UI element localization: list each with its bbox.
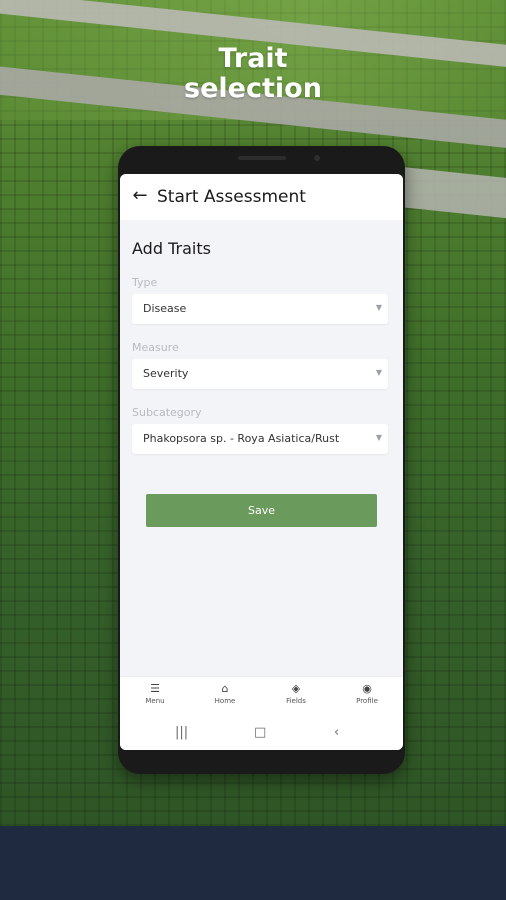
dropdown-caret-icon: ▼	[375, 433, 382, 442]
nav-item-profile[interactable]: ◉ Profile	[342, 682, 392, 706]
page-title: Start Assessment	[157, 187, 306, 207]
nav-item-menu[interactable]: ☰ Menu	[130, 682, 180, 706]
app-screen: ← Start Assessment Add Traits Type Disea…	[120, 174, 403, 750]
headline-line-2: selection	[184, 73, 322, 104]
dropdown-caret-icon: ▼	[375, 368, 382, 377]
promo-headline: Trait selection	[0, 44, 506, 104]
subcategory-label: Subcategory	[132, 406, 202, 419]
system-navigation-bar: ||| □ ‹	[120, 716, 403, 750]
profile-icon: ◉	[362, 682, 372, 695]
phone-camera	[314, 155, 320, 161]
system-back-icon[interactable]: ‹	[334, 725, 339, 741]
measure-select-value: Severity	[143, 367, 189, 380]
nav-label-fields: Fields	[286, 697, 306, 705]
bottom-navigation: ☰ Menu ⌂ Home ◈ Fields ◉ Profile	[120, 676, 403, 717]
nav-label-menu: Menu	[145, 697, 165, 705]
dropdown-caret-icon: ▼	[375, 303, 382, 312]
home-icon: ⌂	[221, 682, 229, 695]
type-select-value: Disease	[143, 302, 187, 315]
headline-line-1: Trait	[218, 43, 288, 74]
save-button[interactable]: Save	[146, 494, 377, 527]
back-arrow-icon[interactable]: ←	[130, 186, 150, 206]
measure-select[interactable]: Severity ▼	[132, 359, 388, 389]
footer-band	[0, 826, 506, 900]
layers-icon: ◈	[291, 682, 301, 695]
nav-item-home[interactable]: ⌂ Home	[200, 682, 250, 706]
measure-label: Measure	[132, 341, 179, 354]
phone-frame: ← Start Assessment Add Traits Type Disea…	[118, 146, 405, 774]
menu-icon: ☰	[150, 682, 160, 695]
type-select[interactable]: Disease ▼	[132, 294, 388, 324]
recent-apps-icon[interactable]: |||	[175, 725, 188, 741]
nav-label-profile: Profile	[356, 697, 378, 705]
subcategory-select-value: Phakopsora sp. - Roya Asiatica/Rust	[143, 432, 340, 445]
type-label: Type	[132, 276, 158, 289]
subcategory-select[interactable]: Phakopsora sp. - Roya Asiatica/Rust ▼	[132, 424, 388, 454]
section-title: Add Traits	[132, 239, 211, 258]
home-button-icon[interactable]: □	[254, 725, 266, 741]
app-bar: ← Start Assessment	[120, 174, 403, 220]
phone-speaker	[238, 156, 286, 160]
nav-item-fields[interactable]: ◈ Fields	[271, 682, 321, 706]
nav-label-home: Home	[214, 697, 236, 705]
